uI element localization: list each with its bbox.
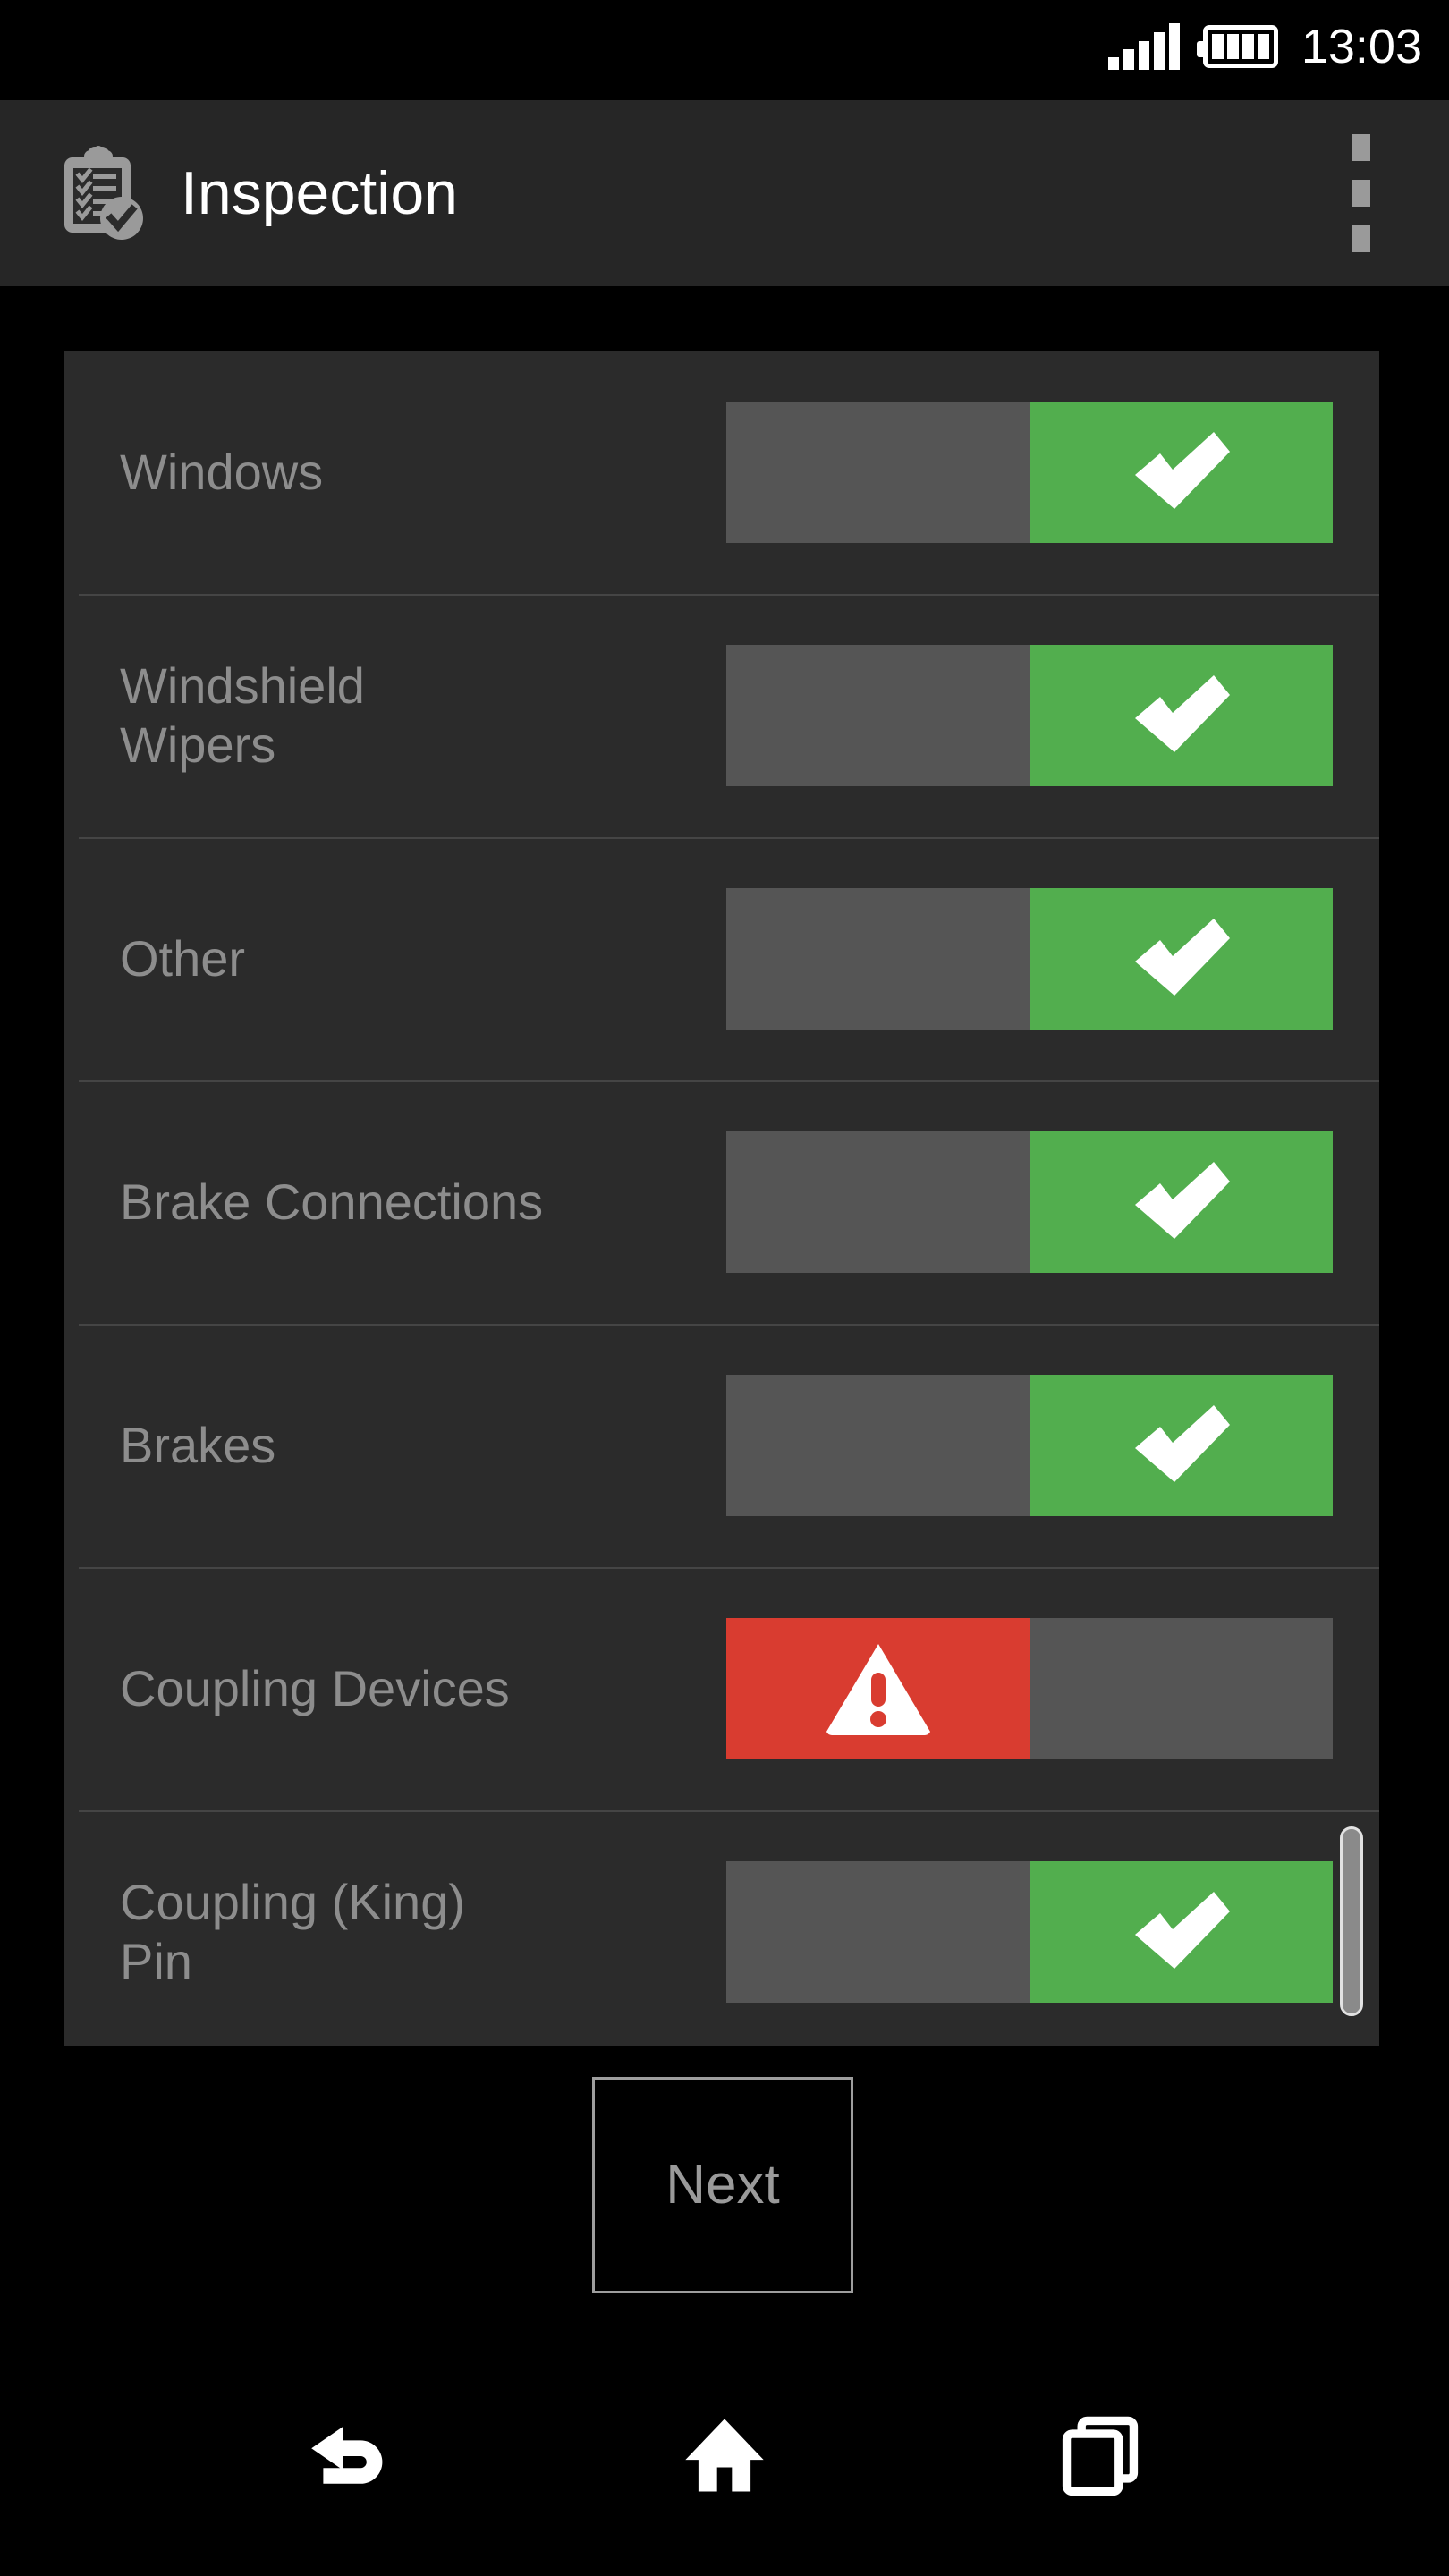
warning-triangle-icon (826, 1644, 930, 1735)
inspection-item-label: Other (120, 929, 246, 987)
inspection-row: Brake Connections (64, 1080, 1379, 1324)
ok-option-button[interactable] (1030, 402, 1333, 543)
next-button[interactable]: Next (592, 2077, 853, 2293)
overflow-menu-icon[interactable] (1338, 134, 1385, 252)
inspection-item-label: Coupling Devices (120, 1659, 510, 1716)
defect-option-button[interactable] (726, 645, 1030, 786)
inspection-status-toggle (726, 1131, 1333, 1273)
back-arrow-icon[interactable] (291, 2398, 407, 2514)
inspection-item-label: Windows (120, 443, 324, 500)
defect-option-button[interactable] (726, 1131, 1030, 1273)
inspection-row: Other (64, 837, 1379, 1080)
check-icon (1134, 675, 1230, 752)
defect-option-button[interactable] (726, 1861, 1030, 2003)
scrollbar-thumb[interactable] (1340, 1826, 1363, 2016)
inspection-item-label: Brakes (120, 1416, 276, 1473)
status-bar-clock: 13:03 (1301, 20, 1422, 73)
inspection-status-toggle (726, 1618, 1333, 1759)
inspection-row: Coupling (King) Pin (64, 1810, 1379, 2046)
system-navigation-bar (0, 2336, 1449, 2576)
inspection-status-toggle (726, 402, 1333, 543)
recent-apps-icon[interactable] (1042, 2398, 1158, 2514)
defect-option-button[interactable] (726, 1618, 1030, 1759)
clipboard-checklist-icon (54, 145, 147, 242)
inspection-row: Coupling Devices (64, 1567, 1379, 1810)
check-icon (1134, 919, 1230, 996)
signal-bars-icon (1107, 23, 1180, 70)
check-icon (1134, 432, 1230, 509)
check-icon (1134, 1162, 1230, 1239)
inspection-item-label: Windshield Wipers (120, 657, 365, 773)
defect-option-button[interactable] (726, 888, 1030, 1030)
app-bar: Inspection (0, 100, 1449, 286)
home-icon[interactable] (666, 2398, 783, 2514)
ok-option-button[interactable] (1030, 1375, 1333, 1516)
status-bar-icons: 13:03 (1107, 20, 1422, 73)
ok-option-button[interactable] (1030, 1618, 1333, 1759)
inspection-list: Windows Windshield Wipers Other Brake Conne… (64, 351, 1379, 2046)
inspection-status-toggle (726, 888, 1333, 1030)
inspection-item-label: Coupling (King) Pin (120, 1873, 465, 1989)
battery-full-icon (1196, 25, 1278, 68)
defect-option-button[interactable] (726, 1375, 1030, 1516)
inspection-row: Windows (64, 351, 1379, 594)
page-title: Inspection (181, 159, 458, 227)
inspection-status-toggle (726, 1375, 1333, 1516)
inspection-row: Windshield Wipers (64, 594, 1379, 837)
defect-option-button[interactable] (726, 402, 1030, 543)
inspection-row: Brakes (64, 1324, 1379, 1567)
inspection-item-label: Brake Connections (120, 1173, 544, 1230)
ok-option-button[interactable] (1030, 645, 1333, 786)
ok-option-button[interactable] (1030, 888, 1333, 1030)
ok-option-button[interactable] (1030, 1131, 1333, 1273)
list-scrollbar[interactable] (1336, 351, 1367, 2046)
inspection-status-toggle (726, 1861, 1333, 2003)
check-icon (1134, 1892, 1230, 1969)
inspection-status-toggle (726, 645, 1333, 786)
ok-option-button[interactable] (1030, 1861, 1333, 2003)
check-icon (1134, 1405, 1230, 1482)
status-bar: 13:03 (0, 0, 1449, 93)
